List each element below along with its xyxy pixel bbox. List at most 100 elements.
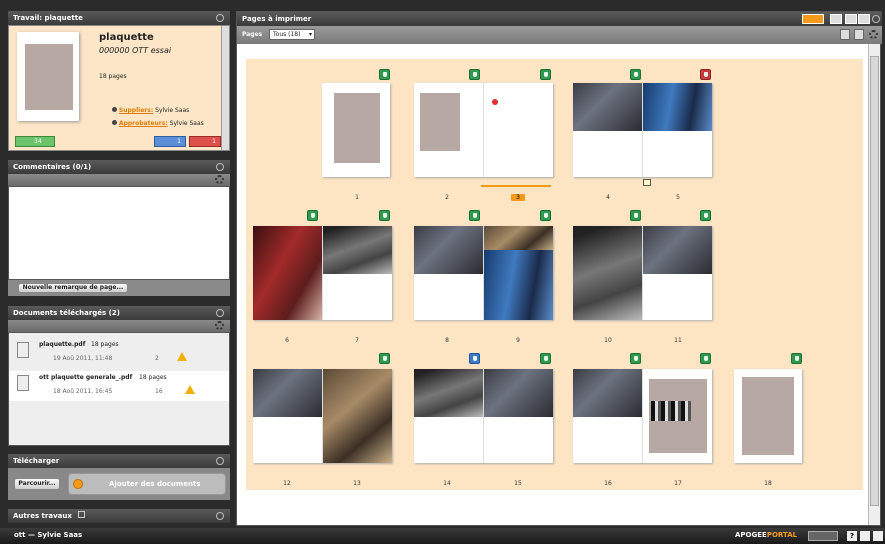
collapse-icon[interactable] [872,15,880,23]
status-blue-badge[interactable]: 1 [154,136,186,147]
approved-icon[interactable] [700,210,711,221]
help-button[interactable]: ? [847,531,857,541]
documents-list: plaquette.pdf 18 pages 19 Aoû 2011, 11:4… [8,332,230,446]
collapse-icon[interactable] [216,457,224,465]
approved-icon[interactable] [540,69,551,80]
page-spread[interactable] [253,369,392,463]
work-info: plaquette 000000 OTT essai 18 pages Supp… [8,25,230,151]
work-panel-header[interactable]: Travail: plaquette [8,11,230,25]
page-number: 11 [674,337,682,344]
approver-row: Approbateurs: Sylvie Saas [112,120,204,127]
document-pages: 18 pages [91,341,119,348]
document-count: 16 [155,388,163,395]
approved-icon[interactable] [379,353,390,364]
status-green-badge[interactable]: 34 [15,136,55,147]
main-toolbar: Pages Tous (18) ▾ [237,26,882,44]
status-indicator[interactable] [808,531,838,541]
page-spread[interactable] [414,369,553,463]
pages-select[interactable]: Tous (18) ▾ [269,29,315,40]
documents-header[interactable]: Documents téléchargés (2) [8,306,230,320]
documents-toolbar [8,320,230,332]
page-number: 1 [355,194,359,201]
page-spread[interactable] [734,369,802,463]
page-spread[interactable] [414,83,553,177]
page-number: 9 [516,337,520,344]
collapse-icon[interactable] [216,512,224,520]
brand-logo: APOGEEPORTAL [735,531,798,539]
list-view-icon[interactable] [802,14,824,24]
work-scrollbar[interactable] [221,26,229,150]
document-item[interactable]: ott plaquette generale_.pdf 18 pages 18 … [9,371,229,401]
work-page-count: 18 pages [99,73,127,80]
gear-icon[interactable] [215,321,224,330]
page-number: 2 [445,194,449,201]
person-icon [112,120,117,125]
document-count: 2 [155,355,159,362]
print-icon[interactable] [845,14,857,24]
approved-icon[interactable] [540,210,551,221]
supplier-link[interactable]: Suppliers: [119,107,153,114]
supplier-row: Suppliers: Sylvie Saas [112,107,189,114]
zoom-icon[interactable] [840,29,850,40]
add-documents-dropzone[interactable]: Ajouter des documents [68,473,226,495]
upload-title: Télécharger [13,457,60,465]
upload-panel: Télécharger Parcourir... Ajouter des doc… [8,454,230,500]
note-icon[interactable] [643,179,651,186]
page-spread[interactable] [322,83,390,177]
page-number: 5 [676,194,680,201]
upload-header[interactable]: Télécharger [8,454,230,468]
gear-icon[interactable] [215,175,224,184]
collapse-icon[interactable] [216,309,224,317]
people-icon[interactable] [858,14,870,24]
page-spread[interactable] [573,83,712,177]
comment-icon[interactable] [700,69,711,80]
page-number: 16 [604,480,612,487]
document-item[interactable]: plaquette.pdf 18 pages 19 Aoû 2011, 11:4… [9,338,229,368]
page-spread[interactable] [414,226,553,320]
approver-link[interactable]: Approbateurs: [119,120,168,127]
main-scrollbar[interactable] [868,44,880,525]
warning-icon [177,352,187,361]
approved-icon[interactable] [791,353,802,364]
work-name: plaquette [99,32,154,43]
new-remark-button[interactable]: Nouvelle remarque de page... [18,283,128,293]
pdf-file-icon [17,375,29,391]
page-number: 17 [674,480,682,487]
warning-icon [185,385,195,394]
logout-icon[interactable] [873,531,883,541]
approved-icon[interactable] [307,210,318,221]
approved-icon[interactable] [379,210,390,221]
save-icon[interactable] [854,29,864,40]
main-panel: Pages à imprimer Pages Tous (18) ▾ 1 2 3… [236,11,882,526]
other-works-header[interactable]: Autres travaux [8,509,230,523]
approved-icon[interactable] [630,69,641,80]
page-spread[interactable] [573,369,712,463]
people-icon[interactable] [860,531,870,541]
approved-icon[interactable] [540,353,551,364]
document-pages: 18 pages [139,374,167,381]
documents-title: Documents téléchargés (2) [13,309,120,317]
comments-header[interactable]: Commentaires (0/1) [8,160,230,174]
page-spread[interactable] [573,226,712,320]
approved-icon[interactable] [630,353,641,364]
page-spread[interactable] [253,226,392,320]
gear-icon[interactable] [869,30,878,39]
remark-icon[interactable] [469,353,480,364]
collapse-icon[interactable] [216,14,224,22]
upload-body: Parcourir... Ajouter des documents [8,468,230,500]
comments-toolbar [8,174,230,186]
approved-icon[interactable] [469,210,480,221]
browse-button[interactable]: Parcourir... [14,478,60,490]
scrollbar-thumb[interactable] [870,56,879,506]
approved-icon[interactable] [469,69,480,80]
external-icon [78,511,86,518]
spread-view-icon[interactable] [830,14,842,24]
approved-icon[interactable] [379,69,390,80]
approved-icon[interactable] [630,210,641,221]
work-thumbnail[interactable] [17,32,79,121]
add-documents-label: Ajouter des documents [109,480,201,488]
main-title: Pages à imprimer [242,15,312,23]
collapse-icon[interactable] [216,163,224,171]
status-red-badge[interactable]: 1 [189,136,221,147]
approved-icon[interactable] [700,353,711,364]
